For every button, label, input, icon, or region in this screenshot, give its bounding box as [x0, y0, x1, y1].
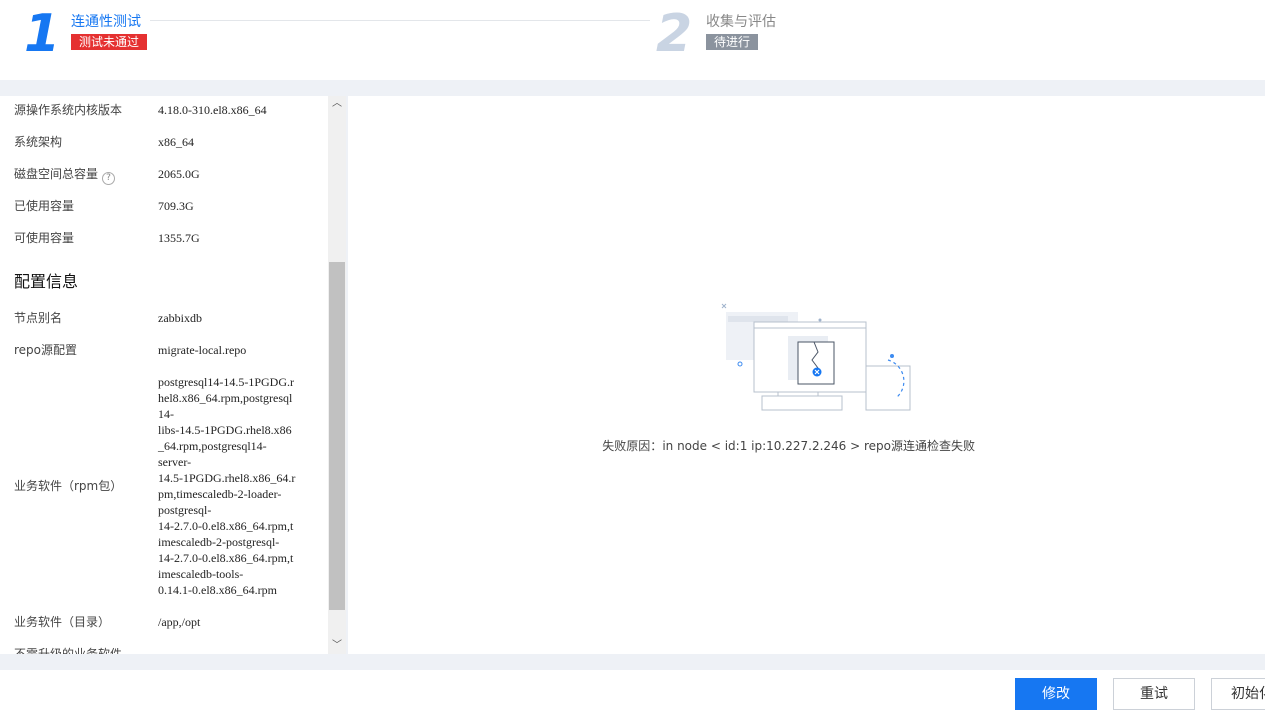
- top-separator: [0, 80, 1265, 96]
- rpm-line: imescaledb-2-postgresql-: [158, 535, 280, 549]
- info-key: 业务软件（目录）: [14, 615, 111, 629]
- step-2-title: 收集与评估: [706, 13, 776, 29]
- rpm-package-list: postgresql14-14.5-1PGDG.r hel8.x86_64.rp…: [158, 374, 300, 598]
- rpm-line: postgresql-: [158, 503, 212, 517]
- info-key: 节点别名: [14, 311, 63, 325]
- rpm-line: server-: [158, 455, 192, 469]
- scroll-up-arrow-icon[interactable]: ︿: [328, 96, 346, 112]
- info-value: 1355.7G: [158, 231, 200, 245]
- step-1-status-badge: 测试未通过: [71, 34, 148, 50]
- broken-file-illustration: [721, 303, 911, 411]
- retry-button[interactable]: 重试: [1113, 678, 1195, 710]
- left-panel-scrollbar[interactable]: ︿ ﹀: [328, 96, 346, 654]
- info-key: 可使用容量: [14, 231, 75, 245]
- help-question-icon[interactable]: ?: [102, 172, 116, 185]
- info-value: zabbixdb: [158, 311, 202, 325]
- info-key: repo源配置: [14, 343, 78, 357]
- info-value: 709.3G: [158, 199, 194, 213]
- failure-reason: 失败原因：in node < id:1 ip:10.227.2.246 > re…: [348, 438, 975, 454]
- step-2-status-badge: 待进行: [706, 34, 759, 50]
- info-key: 磁盘空间总容量: [14, 167, 99, 181]
- info-value: x86_64: [158, 135, 194, 149]
- rpm-line: 14.5-1PGDG.rhel8.x86_64.r: [158, 471, 296, 485]
- rpm-line: _64.rpm,postgresql14-: [158, 439, 267, 453]
- info-value: 4.18.0-310.el8.x86_64: [158, 103, 267, 117]
- info-key-wrap: 磁盘空间总容量?: [14, 166, 154, 185]
- result-panel: 失败原因：in node < id:1 ip:10.227.2.246 > re…: [348, 96, 1265, 654]
- info-value: migrate-local.repo: [158, 343, 247, 357]
- step-2-number: 2: [656, 4, 693, 64]
- step-connector-line: [150, 20, 650, 21]
- rpm-line: hel8.x86_64.rpm,postgresql: [158, 391, 293, 405]
- rpm-line: libs-14.5-1PGDG.rhel8.x86: [158, 423, 292, 437]
- rpm-line: 14-2.7.0-0.el8.x86_64.rpm,t: [158, 551, 294, 565]
- action-footer: 修改 重试 初始化: [0, 670, 1265, 712]
- node-info-panel: 源操作系统内核版本 4.18.0-310.el8.x86_64 系统架构 x86…: [0, 96, 346, 654]
- steps-header: 1 连通性测试 测试未通过 2 收集与评估 待进行: [0, 0, 1265, 80]
- info-value: 2065.0G: [158, 167, 200, 181]
- rpm-line: imescaledb-tools-: [158, 567, 244, 581]
- rpm-line: 0.14.1-0.el8.x86_64.rpm: [158, 583, 277, 597]
- bottom-separator: [0, 654, 1265, 670]
- scrollbar-thumb[interactable]: [329, 262, 345, 610]
- rpm-line: postgresql14-14.5-1PGDG.r: [158, 375, 294, 389]
- step-1-number: 1: [24, 4, 61, 64]
- info-key: 业务软件（rpm包）: [14, 479, 123, 493]
- failure-label: 失败原因：: [602, 439, 663, 453]
- info-key: 系统架构: [14, 135, 63, 149]
- config-section-title: 配置信息: [14, 272, 79, 291]
- failure-message: in node < id:1 ip:10.227.2.246 > repo源连通…: [662, 439, 975, 453]
- rpm-line: 14-2.7.0-0.el8.x86_64.rpm,t: [158, 519, 294, 533]
- rpm-line: pm,timescaledb-2-loader-: [158, 487, 282, 501]
- info-key: 已使用容量: [14, 199, 75, 213]
- info-key: 源操作系统内核版本: [14, 103, 123, 117]
- modify-button[interactable]: 修改: [1015, 678, 1097, 710]
- initialize-button[interactable]: 初始化: [1211, 678, 1265, 710]
- info-key: 不需升级的业务软件: [14, 647, 123, 654]
- info-value: /app,/opt: [158, 615, 201, 629]
- step-1-title: 连通性测试: [71, 13, 141, 29]
- scroll-down-arrow-icon[interactable]: ﹀: [328, 638, 346, 654]
- rpm-line: 14-: [158, 407, 174, 421]
